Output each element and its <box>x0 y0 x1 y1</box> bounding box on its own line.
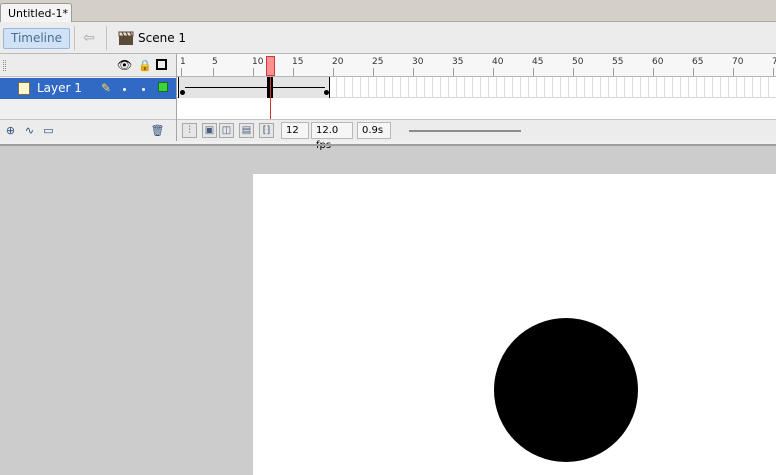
ruler-tick <box>533 68 534 76</box>
edit-multiple-frames-icon[interactable]: ▤ <box>239 123 254 138</box>
ruler-label: 10 <box>252 57 264 67</box>
document-tab[interactable]: Untitled-1* <box>0 3 72 23</box>
separator <box>74 26 75 50</box>
ruler-tick <box>653 68 654 76</box>
horizontal-scrollbar[interactable] <box>409 130 521 132</box>
new-layer-icon[interactable]: ⊕ <box>3 123 18 138</box>
ruler-tick <box>693 68 694 76</box>
clapperboard-icon <box>118 31 134 45</box>
lock-dot[interactable] <box>142 88 145 91</box>
scene-label[interactable]: Scene 1 <box>138 30 186 46</box>
ruler-label: 1 <box>180 57 186 67</box>
layer-outline-color[interactable] <box>158 82 168 92</box>
onion-skin-outlines-icon[interactable]: ◫ <box>219 123 234 138</box>
ruler-tick <box>181 68 182 76</box>
panel-divider[interactable] <box>0 144 776 146</box>
visibility-dot[interactable] <box>123 88 126 91</box>
ruler-tick <box>453 68 454 76</box>
ruler-tick <box>493 68 494 76</box>
layers-header: 👁 🔒 <box>0 54 176 77</box>
eye-icon[interactable]: 👁 <box>117 59 132 72</box>
stage[interactable] <box>253 174 776 475</box>
ruler-label: 40 <box>492 57 504 67</box>
circle-shape[interactable] <box>494 318 638 462</box>
ruler-tick <box>253 68 254 76</box>
ruler-tick <box>413 68 414 76</box>
pencil-icon: ✎ <box>101 81 112 95</box>
layer-row[interactable]: Layer 1 ✎ <box>0 78 176 99</box>
timeline-toggle-button[interactable]: Timeline <box>3 28 70 49</box>
ruler-label: 5 <box>212 57 218 67</box>
ruler-tick <box>213 68 214 76</box>
ruler-label: 60 <box>652 57 664 67</box>
ruler-label: 50 <box>572 57 584 67</box>
ruler-label: 45 <box>532 57 544 67</box>
frames-area: 151015202530354045505560657075 ⫶ ▣ ◫ ▤ ⁅… <box>176 54 776 151</box>
delete-layer-icon[interactable]: 🗑 <box>150 123 165 138</box>
ruler-tick <box>293 68 294 76</box>
timeline-panel: 👁 🔒 Layer 1 ✎ ⊕ ∿ ▭ 🗑 1 5 10 15 20 25 30 35 40 45… <box>0 54 776 151</box>
elapsed-time-field: 0.9s <box>357 122 391 139</box>
panel-grip[interactable] <box>3 60 6 71</box>
layer-icon <box>18 82 30 95</box>
outline-icon[interactable] <box>156 59 167 70</box>
tween-arrow <box>185 87 325 88</box>
playhead[interactable] <box>266 56 275 76</box>
ruler-label: 20 <box>332 57 344 67</box>
modify-onion-markers-icon[interactable]: ⁅⁆ <box>259 123 274 138</box>
layers-footer: ⊕ ∿ ▭ 🗑 <box>0 119 176 141</box>
ruler-tick <box>333 68 334 76</box>
add-motion-guide-icon[interactable]: ∿ <box>22 123 37 138</box>
new-folder-icon[interactable]: ▭ <box>41 123 56 138</box>
ruler-tick <box>573 68 574 76</box>
ruler-label: 65 <box>692 57 704 67</box>
ruler-label: 25 <box>372 57 384 67</box>
frame-rate-field[interactable]: 12.0 fps <box>311 122 353 151</box>
ruler-label: 70 <box>732 57 744 67</box>
center-frame-icon[interactable]: ⫶ <box>182 123 197 138</box>
lock-icon[interactable]: 🔒 <box>138 59 152 72</box>
separator <box>106 26 107 50</box>
ruler-tick <box>733 68 734 76</box>
ruler-label: 75 <box>772 57 776 67</box>
layer-name[interactable]: Layer 1 <box>37 81 82 96</box>
playhead-line <box>270 77 271 120</box>
ruler-tick <box>613 68 614 76</box>
frames-grid[interactable] <box>177 77 776 98</box>
ruler-tick <box>373 68 374 76</box>
ruler-tick <box>773 68 774 76</box>
edit-bar: Timeline ⇦ Scene 1 <box>0 22 776 54</box>
ruler-label: 55 <box>612 57 624 67</box>
keyframe-end[interactable] <box>324 90 329 95</box>
ruler-label: 15 <box>292 57 304 67</box>
flash-window: Untitled-1* Timeline ⇦ Scene 1 👁 🔒 Layer… <box>0 0 776 475</box>
document-tab-bar: Untitled-1* <box>0 0 776 23</box>
timeline-status-bar: ⫶ ▣ ◫ ▤ ⁅⁆ 12 12.0 fps 0.9s <box>177 119 776 151</box>
ruler-label: 35 <box>452 57 464 67</box>
keyframe-start[interactable] <box>180 90 185 95</box>
onion-skin-icon[interactable]: ▣ <box>202 123 217 138</box>
back-arrow-icon[interactable]: ⇦ <box>80 30 98 46</box>
ruler-label: 30 <box>412 57 424 67</box>
current-frame-field: 12 <box>281 122 309 139</box>
